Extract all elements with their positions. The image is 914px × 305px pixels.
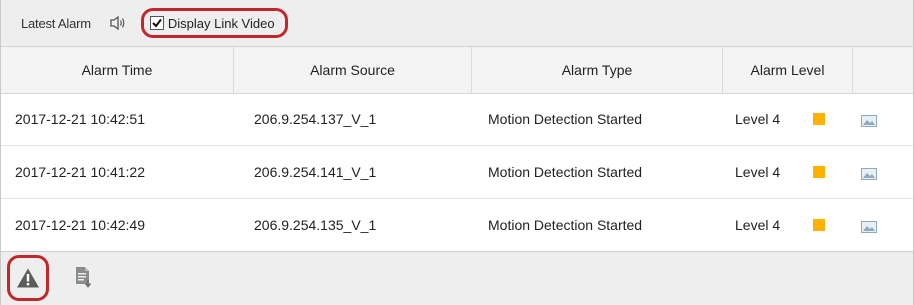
column-header-alarm-level[interactable]: Alarm Level [723,47,853,93]
alarm-type-cell: Motion Detection Started [488,111,643,127]
alarm-level-cell: Level 4 [735,217,781,233]
level-color-swatch [813,113,825,125]
alarm-source-cell: 206.9.254.141_V_1 [254,164,377,180]
alarm-footer-toolbar [1,251,913,305]
alarm-time-cell: 2017-12-21 10:41:22 [15,164,145,180]
alarm-time-cell: 2017-12-21 10:42:49 [15,217,145,233]
alarm-button[interactable] [7,255,49,301]
export-button[interactable] [73,265,95,289]
export-document-icon [76,267,92,288]
alarm-type-cell: Motion Detection Started [488,164,643,180]
table-row[interactable]: 2017-12-21 10:42:49 206.9.254.135_V_1 Mo… [1,199,913,252]
display-link-video-label: Display Link Video [167,15,275,31]
checkbox-box[interactable] [149,16,164,30]
column-header-snapshot [853,47,913,93]
display-link-video-checkbox[interactable]: Display Link Video [140,8,288,38]
alarm-time-cell: 2017-12-21 10:42:51 [15,111,145,127]
level-color-swatch [813,219,825,231]
alarm-level-cell: Level 4 [735,111,781,127]
level-color-swatch [813,166,825,178]
table-row[interactable]: 2017-12-21 10:42:51 206.9.254.137_V_1 Mo… [1,93,913,146]
column-header-alarm-time[interactable]: Alarm Time [1,47,234,93]
alarm-level-cell: Level 4 [735,164,781,180]
column-header-alarm-type[interactable]: Alarm Type [472,47,723,93]
checkmark-icon [152,18,162,28]
alarm-source-cell: 206.9.254.135_V_1 [254,217,377,233]
speaker-icon[interactable] [109,15,127,31]
warning-icon [17,268,39,288]
alarm-source-cell: 206.9.254.137_V_1 [254,111,377,127]
alarm-toolbar: Latest Alarm Display Link Video [1,0,913,47]
column-header-alarm-source[interactable]: Alarm Source [234,47,472,93]
panel-title: Latest Alarm [21,15,91,31]
table-header: Alarm Time Alarm Source Alarm Type Alarm… [1,47,913,94]
image-icon[interactable] [861,221,877,233]
latest-alarm-panel: Latest Alarm Display Link Video Alarm Ti… [0,0,914,305]
image-icon[interactable] [861,115,877,127]
table-row[interactable]: 2017-12-21 10:41:22 206.9.254.141_V_1 Mo… [1,146,913,199]
alarm-type-cell: Motion Detection Started [488,217,643,233]
image-icon[interactable] [861,168,877,180]
